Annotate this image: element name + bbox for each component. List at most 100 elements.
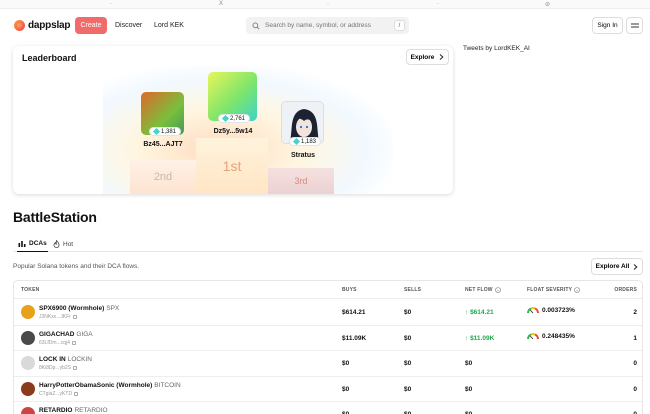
browser-strip-item: · — [110, 1, 112, 7]
podium-third: 3rd — [268, 168, 334, 194]
token-icon — [21, 356, 35, 370]
net-flow-value: ↑ $11.09K — [465, 335, 494, 342]
copy-icon[interactable] — [72, 315, 77, 319]
token-name-text: SPX6900 (Wormhole) — [39, 305, 105, 312]
leaderboard-title: Leaderboard — [22, 53, 77, 63]
token-address: CTgiaZ...yKTD — [39, 391, 79, 397]
site-header: dappslap Create Discover Lord KEK / Sign… — [0, 12, 650, 40]
gauge-icon — [527, 307, 539, 314]
token-name[interactable]: RETARDIO RETARDIO — [39, 407, 108, 414]
browser-top-strip: · X · · ⊘ — [0, 0, 650, 9]
dca-table: TOKEN BUYS SELLS NET FLOW FLOAT SEVERITY… — [13, 280, 643, 414]
bar-chart-icon — [18, 241, 26, 247]
token-name[interactable]: HarryPotterObamaSonic (Wormhole) BITCOIN — [39, 382, 181, 389]
column-header-buys[interactable]: BUYS — [342, 287, 357, 293]
buys-value: $0 — [342, 360, 350, 367]
token-address: J3NKxx...JKFr — [39, 314, 77, 320]
net-flow-text: $0 — [465, 360, 473, 367]
brand-logo[interactable]: dappslap — [14, 20, 70, 31]
battlestation-tabs: DCAs Hot — [13, 234, 643, 252]
column-header-token[interactable]: TOKEN — [21, 287, 39, 293]
browser-strip-item: X — [219, 1, 224, 7]
search-icon — [252, 22, 260, 30]
info-icon[interactable] — [574, 287, 581, 293]
token-symbol: BITCOIN — [154, 381, 181, 389]
explore-button-label: Explore — [410, 53, 435, 61]
net-flow-text: $0 — [465, 385, 473, 393]
column-header-sells[interactable]: SELLS — [404, 287, 421, 293]
search-bar[interactable]: / — [246, 17, 409, 34]
sign-in-button[interactable]: Sign In — [592, 17, 623, 34]
token-name[interactable]: GIGACHAD GIGA — [39, 331, 93, 338]
nav-link-discover[interactable]: Discover — [115, 22, 142, 29]
float-severity: 0.003723% — [527, 307, 575, 314]
column-header-float-severity[interactable]: FLOAT SEVERITY — [527, 287, 581, 293]
token-icon — [21, 305, 35, 319]
column-header-label: FLOAT SEVERITY — [527, 287, 573, 293]
net-flow-value: ↑ $614.21 — [465, 309, 494, 316]
chevron-right-icon — [440, 54, 444, 60]
gem-icon — [152, 127, 161, 136]
token-name[interactable]: LOCK IN LOCKIN — [39, 356, 92, 363]
tab-hot[interactable]: Hot — [53, 236, 73, 252]
explore-all-label: Explore All — [595, 263, 630, 270]
leader-name[interactable]: Bz45...AJT7 — [128, 141, 198, 148]
buys-value: $11.09K — [342, 334, 367, 342]
leader-name[interactable]: Stratus — [268, 152, 338, 159]
menu-button[interactable] — [626, 17, 643, 34]
table-row[interactable]: SPX6900 (Wormhole) SPX J3NKxx...JKFr $614.2… — [14, 300, 642, 326]
table-row[interactable]: LOCK IN LOCKIN 8Ki8Dp...yb2S $0 $0 $0 0 — [14, 351, 642, 377]
table-row[interactable]: RETARDIORETARDIO$0$0$00 — [14, 402, 642, 414]
podium-first: 1st — [196, 138, 268, 194]
float-severity-text: 0.003723% — [542, 307, 575, 314]
tab-dcas[interactable]: DCAs — [17, 236, 48, 252]
float-severity-text: 0.248435% — [542, 332, 575, 340]
net-flow-text: $614.21 — [470, 309, 494, 316]
nav-link-lord-kek[interactable]: Lord KEK — [154, 22, 184, 29]
copy-icon[interactable] — [74, 391, 79, 396]
net-flow-text: $11.09K — [470, 334, 495, 342]
browser-strip-item: · — [327, 1, 329, 7]
float-severity: 0.248435% — [527, 333, 575, 340]
table-row[interactable]: GIGACHAD GIGA 63LfDm...cqj4 $11.09K $0 ↑ $11.… — [14, 326, 642, 351]
leader-name[interactable]: Dz5y...5w14 — [198, 128, 268, 135]
token-name-text: GIGACHAD — [39, 330, 75, 338]
net-flow-value: $0 — [465, 360, 472, 367]
brand-logo-icon — [14, 20, 25, 31]
explore-all-button[interactable]: Explore All — [591, 258, 643, 275]
podium-rank-label: 1st — [222, 158, 242, 174]
chevron-right-icon — [634, 263, 638, 270]
flame-icon — [53, 240, 60, 248]
orders-value: 2 — [633, 309, 637, 316]
gauge-icon — [527, 332, 539, 339]
info-icon[interactable] — [494, 287, 501, 293]
tweets-embed-title[interactable]: Tweets by LordKEK_AI — [463, 45, 530, 52]
explore-button[interactable]: Explore — [406, 49, 449, 65]
table-row[interactable]: HarryPotterObamaSonic (Wormhole) BITCOIN C… — [14, 377, 642, 402]
brand-name: dappslap — [28, 20, 71, 31]
create-button[interactable]: Create — [75, 17, 107, 34]
token-symbol: GIGA — [76, 330, 93, 338]
column-header-orders[interactable]: ORDERS — [614, 287, 637, 293]
score-badge: 2,761 — [218, 114, 251, 123]
sells-value: $0 — [404, 360, 412, 367]
sells-value: $0 — [404, 309, 412, 316]
copy-icon[interactable] — [72, 366, 77, 370]
token-name[interactable]: SPX6900 (Wormhole) SPX — [39, 305, 119, 312]
token-address-text: 8Ki8Dp...yb2S — [39, 365, 71, 371]
orders-value: 0 — [633, 385, 637, 393]
token-name-text: RETARDIO — [39, 407, 73, 414]
search-input[interactable] — [265, 22, 395, 29]
token-icon — [21, 381, 35, 396]
orders-value: 1 — [633, 334, 637, 342]
orders-value: 0 — [633, 360, 637, 367]
gem-icon — [292, 137, 301, 146]
token-symbol: RETARDIO — [74, 407, 108, 414]
battlestation-title: BattleStation — [13, 209, 97, 225]
browser-strip-item: ⊘ — [545, 2, 551, 8]
column-header-net-flow[interactable]: NET FLOW — [465, 287, 501, 293]
token-symbol: SPX — [106, 305, 120, 312]
copy-icon[interactable] — [71, 340, 76, 345]
browser-strip-item: · — [437, 1, 439, 7]
token-address-text: 63LfDm...cqj4 — [39, 339, 70, 346]
